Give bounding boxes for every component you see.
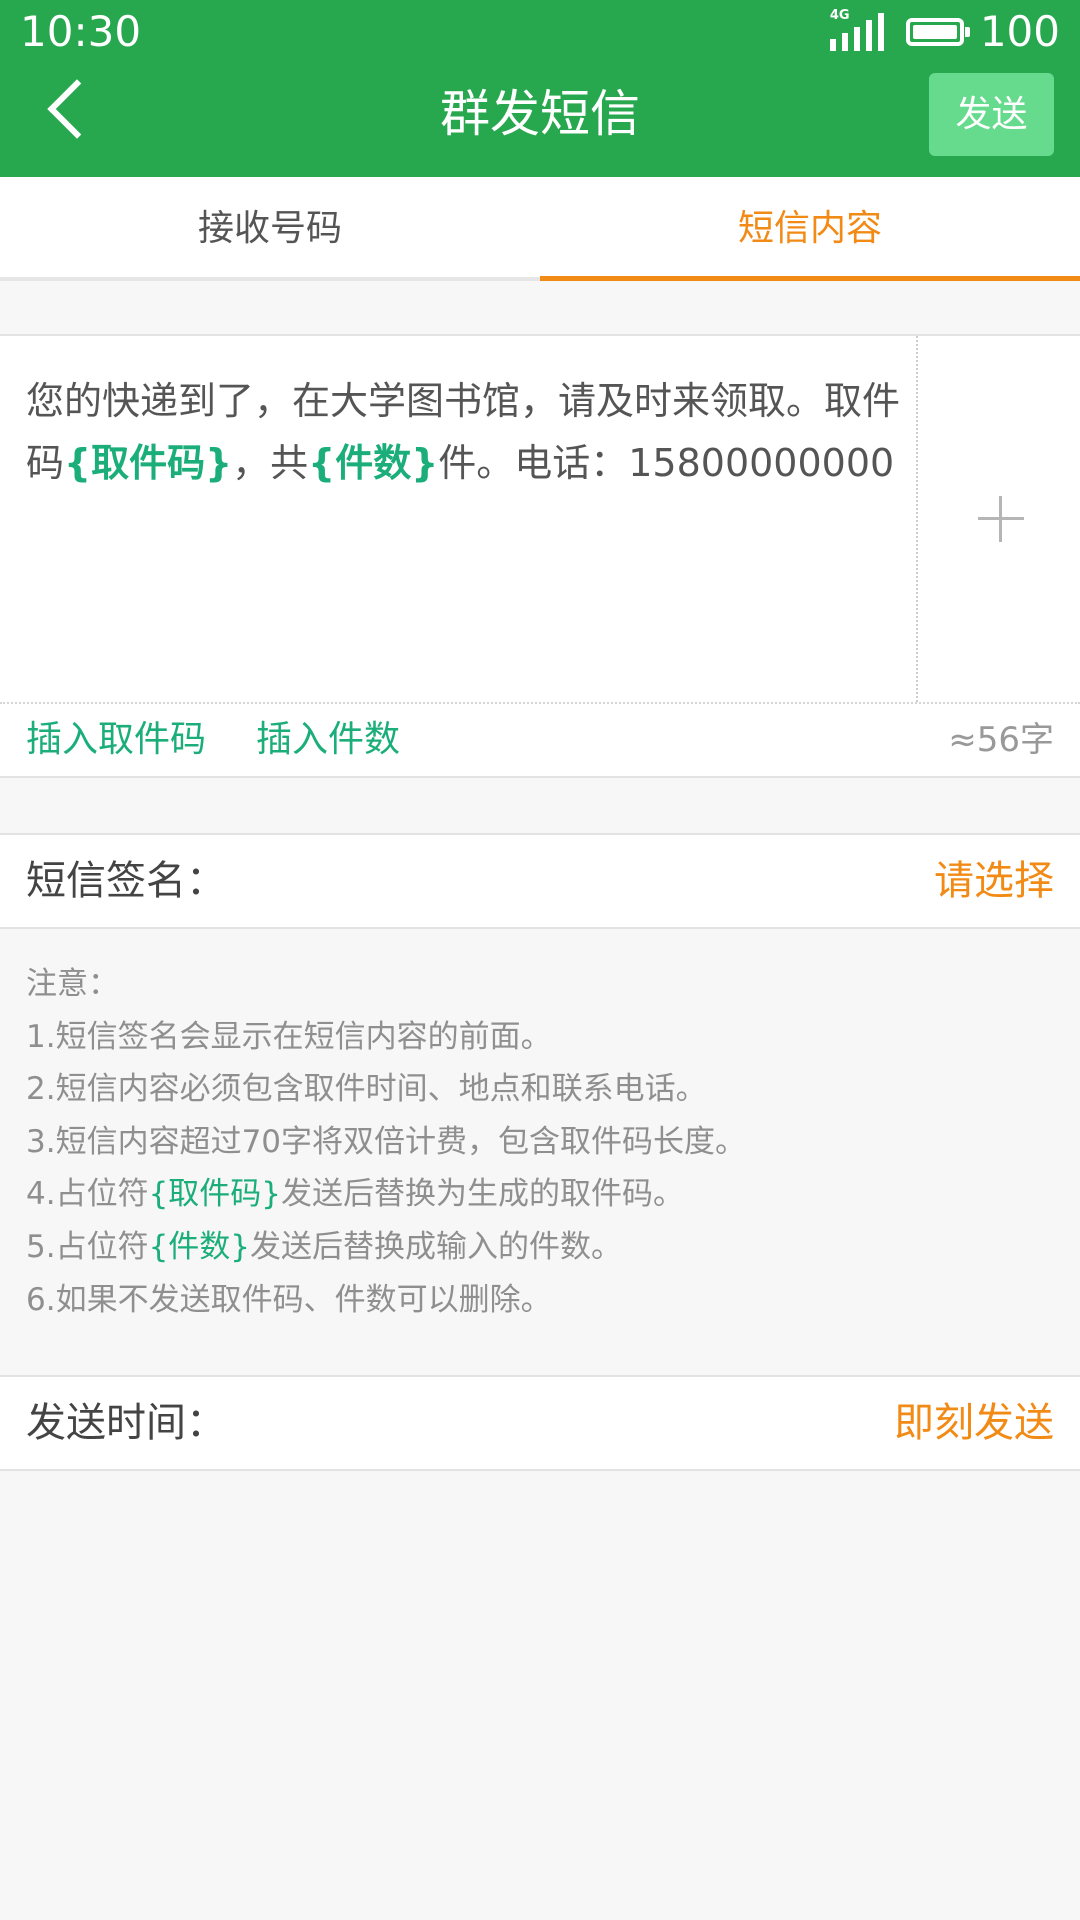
notes-heading: 注意： bbox=[26, 966, 119, 1002]
insert-pickup-code-link[interactable]: 插入取件码 bbox=[26, 704, 206, 776]
note-text: 发送后替换成输入的件数。 bbox=[250, 1228, 623, 1265]
message-textarea[interactable]: 您的快递到了，在大学图书馆，请及时来领取。取件码{取件码}，共{件数}件。电话：… bbox=[26, 370, 906, 494]
pickup-code-token: {取件码} bbox=[148, 1176, 282, 1213]
add-button[interactable] bbox=[916, 336, 1080, 702]
battery-icon bbox=[905, 18, 970, 46]
send-time-row[interactable]: 发送时间： 即刻发送 bbox=[0, 1375, 1080, 1471]
tab-message-content[interactable]: 短信内容 bbox=[540, 177, 1080, 281]
note-item: 4.占位符{取件码}发送后替换为生成的取件码。 bbox=[26, 1168, 1056, 1221]
note-item: 6.如果不发送取件码、件数可以删除。 bbox=[26, 1281, 552, 1318]
app-bar: 10:30 4G 100 群发短信 发送 bbox=[0, 0, 1080, 177]
send-time-select[interactable]: 即刻发送 bbox=[894, 1377, 1054, 1469]
signature-select[interactable]: 请选择 bbox=[934, 835, 1054, 927]
status-indicators: 4G 100 bbox=[829, 7, 1060, 56]
note-text: 发送后替换为生成的取件码。 bbox=[281, 1176, 685, 1213]
signature-label: 短信签名： bbox=[26, 858, 226, 904]
send-button[interactable]: 发送 bbox=[929, 73, 1054, 156]
message-text-part: 件。电话：15800000000 bbox=[438, 441, 895, 485]
signal-icon: 4G bbox=[829, 9, 888, 51]
message-editor: 您的快递到了，在大学图书馆，请及时来领取。取件码{取件码}，共{件数}件。电话：… bbox=[0, 334, 1080, 778]
insert-item-count-link[interactable]: 插入件数 bbox=[256, 704, 400, 776]
character-count: ≈56字 bbox=[948, 720, 1054, 760]
page-title: 群发短信 bbox=[440, 85, 640, 143]
note-text: 5.占位符 bbox=[26, 1228, 149, 1265]
active-tab-indicator bbox=[540, 276, 1080, 281]
battery-level: 100 bbox=[979, 7, 1060, 56]
plus-icon bbox=[978, 496, 1024, 542]
message-text-part: ，共 bbox=[232, 441, 309, 485]
pickup-code-placeholder: {取件码} bbox=[64, 441, 233, 485]
item-count-token: {件数} bbox=[148, 1228, 251, 1265]
note-item: 3.短信内容超过70字将双倍计费，包含取件码长度。 bbox=[26, 1123, 747, 1160]
note-item: 2.短信内容必须包含取件时间、地点和联系电话。 bbox=[26, 1071, 707, 1108]
note-text: 4.占位符 bbox=[26, 1176, 149, 1213]
note-item: 5.占位符{件数}发送后替换成输入的件数。 bbox=[26, 1221, 1056, 1274]
notes: 注意： 1.短信签名会显示在短信内容的前面。 2.短信内容必须包含取件时间、地点… bbox=[26, 958, 1056, 1326]
note-item: 1.短信签名会显示在短信内容的前面。 bbox=[26, 1018, 552, 1055]
status-time: 10:30 bbox=[20, 7, 142, 56]
signature-row[interactable]: 短信签名： 请选择 bbox=[0, 833, 1080, 929]
send-time-label: 发送时间： bbox=[26, 1400, 226, 1446]
tab-bar: 接收号码 短信内容 bbox=[0, 177, 1080, 281]
network-type: 4G bbox=[829, 8, 850, 23]
item-count-placeholder: {件数} bbox=[308, 441, 439, 485]
tab-receivers[interactable]: 接收号码 bbox=[0, 177, 540, 281]
